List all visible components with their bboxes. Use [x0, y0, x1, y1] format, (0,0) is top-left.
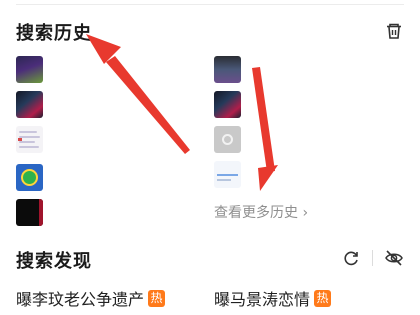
search-history-title: 搜索历史	[16, 23, 92, 44]
top-divider	[16, 4, 404, 5]
search-discover-title: 搜索发现	[16, 251, 92, 272]
discover-item[interactable]: 曝李玟老公争遗产 热	[16, 286, 166, 310]
history-item-thumbnail[interactable]	[214, 56, 241, 83]
history-item-thumbnail[interactable]	[214, 161, 241, 188]
history-item-thumbnail[interactable]	[16, 126, 43, 153]
icon-separator	[372, 250, 373, 266]
history-item-thumbnail[interactable]	[16, 91, 43, 118]
trash-icon[interactable]	[384, 21, 404, 41]
history-item-thumbnail[interactable]	[16, 56, 43, 83]
discover-item-label: 曝李玟老公争遗产	[16, 290, 145, 309]
history-item-thumbnail[interactable]	[16, 199, 43, 226]
hot-badge: 热	[314, 289, 332, 307]
refresh-icon[interactable]	[342, 249, 360, 267]
history-item-thumbnail[interactable]	[214, 91, 241, 118]
history-item-thumbnail[interactable]	[16, 164, 43, 191]
hot-badge: 热	[148, 289, 166, 307]
discover-item-label: 曝马景涛恋情	[214, 290, 311, 309]
eye-off-icon[interactable]	[384, 248, 404, 268]
history-item-thumbnail[interactable]	[214, 126, 241, 153]
discover-item[interactable]: 曝马景涛恋情 热	[214, 286, 332, 310]
view-more-history-link[interactable]: 查看更多历史 ›	[214, 202, 308, 222]
